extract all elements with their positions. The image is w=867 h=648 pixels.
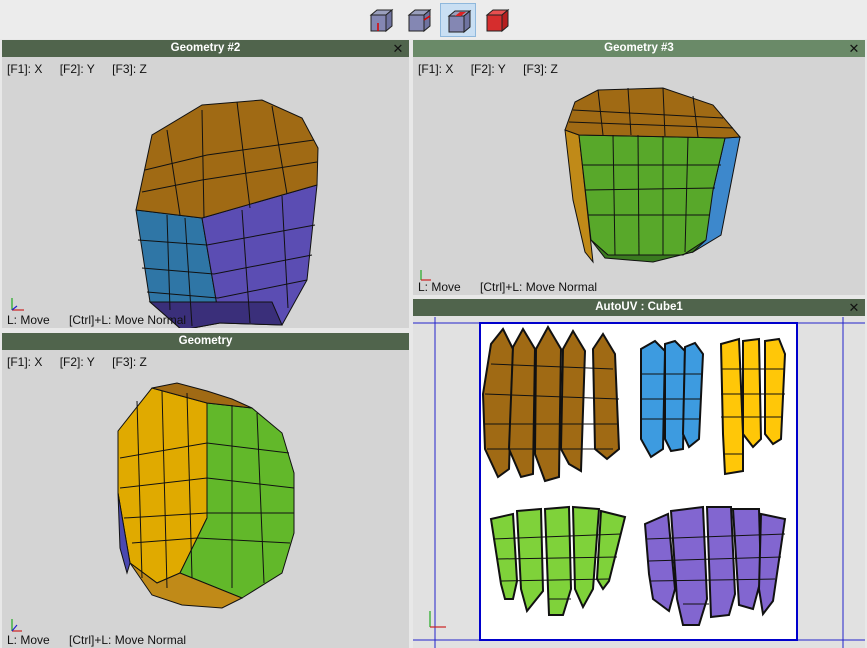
key-hint-x: [F1]: X — [7, 62, 43, 76]
axis-gizmo-icon — [429, 611, 446, 628]
key-hints: [F1]: X [F2]: Y [F3]: Z — [7, 62, 161, 76]
view-cube-red-icon — [485, 8, 510, 33]
panel-title: Geometry #3 — [413, 40, 865, 57]
status-move: L: Move — [418, 280, 461, 294]
axis-gizmo-icon — [11, 298, 24, 311]
view-cube-front-icon — [369, 8, 394, 33]
key-hints: [F1]: X [F2]: Y [F3]: Z — [7, 355, 161, 369]
key-hint-y: [F2]: Y — [59, 355, 95, 369]
status-move: L: Move — [7, 633, 50, 647]
geometry3-mesh[interactable] — [413, 40, 865, 295]
panel-title: Geometry #2 — [2, 40, 409, 57]
status-move-normal: [Ctrl]+L: Move Normal — [69, 633, 187, 647]
view-front-button[interactable] — [363, 3, 399, 37]
key-hints: [F1]: X [F2]: Y [F3]: Z — [418, 62, 572, 76]
view-toolbar — [0, 0, 867, 39]
status-move-normal: [Ctrl]+L: Move Normal — [480, 280, 598, 294]
key-hint-y: [F2]: Y — [59, 62, 95, 76]
key-hint-x: [F1]: X — [7, 355, 43, 369]
uv-layout[interactable] — [413, 299, 865, 648]
view-side-button[interactable] — [401, 3, 437, 37]
axis-gizmo-icon — [11, 619, 22, 632]
geometry-viewport[interactable]: Geometry [F1]: X [F2]: Y [F3]: Z L: Move… — [2, 333, 409, 648]
uv-island-purple — [643, 505, 787, 626]
key-hint-z: [F3]: Z — [112, 355, 147, 369]
close-icon[interactable]: ✕ — [848, 40, 860, 57]
geometry3-viewport[interactable]: Geometry #3 ✕ [F1]: X [F2]: Y [F3]: Z L:… — [413, 40, 865, 295]
key-hint-y: [F2]: Y — [470, 62, 506, 76]
key-hint-x: [F1]: X — [418, 62, 454, 76]
close-icon[interactable]: ✕ — [392, 40, 404, 57]
geometry2-viewport[interactable]: Geometry #2 ✕ [F1]: X [F2]: Y [F3]: Z L:… — [2, 40, 409, 328]
close-icon[interactable]: ✕ — [848, 299, 860, 316]
key-hint-z: [F3]: Z — [523, 62, 558, 76]
key-hint-z: [F3]: Z — [112, 62, 147, 76]
autouv-viewport[interactable]: AutoUV : Cube1 ✕ — [413, 299, 865, 648]
view-perspective-button[interactable] — [479, 3, 515, 37]
status-move: L: Move — [7, 313, 50, 327]
geometry-mesh[interactable] — [2, 333, 409, 648]
view-top-button[interactable] — [440, 3, 476, 37]
geometry2-mesh[interactable] — [2, 40, 409, 328]
view-cube-top-icon — [447, 9, 472, 34]
panel-title: AutoUV : Cube1 — [413, 299, 865, 316]
status-bar: L: Move [Ctrl]+L: Move Normal — [7, 313, 202, 327]
status-bar: L: Move [Ctrl]+L: Move Normal — [7, 633, 202, 647]
status-move-normal: [Ctrl]+L: Move Normal — [69, 313, 187, 327]
view-cube-side-icon — [407, 8, 432, 33]
panel-title: Geometry — [2, 333, 409, 350]
status-bar: L: Move [Ctrl]+L: Move Normal — [418, 280, 613, 294]
